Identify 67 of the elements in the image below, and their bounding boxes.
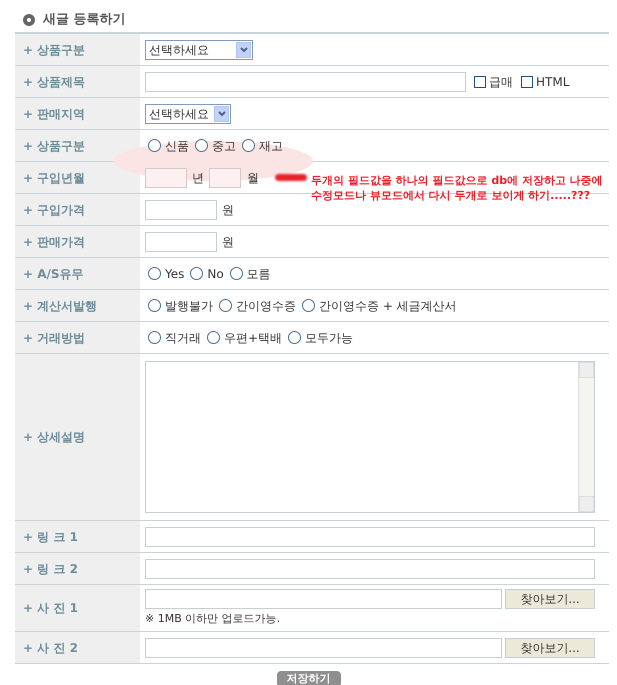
radio-button[interactable] bbox=[288, 331, 302, 344]
radio-label: 발행불가 bbox=[165, 298, 213, 314]
radio-label: 중고 bbox=[212, 138, 236, 154]
radio-label: 직거래 bbox=[165, 330, 201, 346]
radio-label: 신품 bbox=[165, 138, 189, 154]
checkbox[interactable] bbox=[521, 76, 533, 88]
radio-label: Yes bbox=[165, 266, 184, 282]
annotation-note: 두개의 필드값을 하나의 필드값으로 db에 저장하고 나중에 수정모드나 뷰모드에서 다시 두개로 보이게 하기.....??? bbox=[311, 172, 603, 202]
chevron-down-icon bbox=[236, 42, 251, 58]
radio-button[interactable] bbox=[302, 299, 315, 312]
radio-button[interactable] bbox=[219, 299, 232, 312]
field-label-cell: + 구입가격 bbox=[15, 194, 140, 225]
link-field[interactable] bbox=[145, 526, 595, 546]
radio-button[interactable] bbox=[190, 267, 204, 280]
highlight-mark bbox=[275, 174, 307, 181]
radio-label: 모두가능 bbox=[305, 330, 354, 346]
month-unit: 월 bbox=[247, 170, 259, 186]
radio-label: 우편+택배 bbox=[224, 330, 282, 346]
checkbox-label: 급매 bbox=[489, 74, 513, 90]
radio-button[interactable] bbox=[207, 331, 220, 344]
radio-button[interactable] bbox=[195, 139, 208, 152]
field-label-cell: + 계산서발행 bbox=[15, 290, 140, 321]
field-label-cell: + 사 진 2 bbox=[15, 632, 140, 663]
file-path-field[interactable] bbox=[145, 588, 502, 609]
checkbox-label: HTML bbox=[536, 74, 570, 90]
file-path-field[interactable] bbox=[145, 638, 502, 658]
title-field[interactable] bbox=[145, 72, 466, 92]
field-label-cell: + 상세설명 bbox=[15, 354, 140, 520]
radio-label: 간이영수증 bbox=[236, 298, 296, 314]
field-label-cell: + 구입년월 bbox=[15, 162, 140, 193]
field-label-cell: + 상품제목 bbox=[15, 66, 140, 97]
field-label-cell: + 링 크 1 bbox=[15, 521, 140, 552]
field-label-cell: + 사 진 1 bbox=[15, 585, 140, 631]
field-label-cell: + 판매지역 bbox=[15, 98, 140, 129]
bullet-icon bbox=[23, 14, 35, 26]
upload-hint: ※ 1MB 이하만 업로드가능. bbox=[145, 610, 282, 627]
radio-button[interactable] bbox=[148, 299, 161, 312]
page-title: 새글 등록하기 bbox=[43, 11, 126, 30]
browse-button[interactable]: 찾아보기... bbox=[505, 588, 595, 609]
field-label-cell: + 상품구분 bbox=[15, 34, 140, 65]
radio-button[interactable] bbox=[230, 267, 243, 280]
dropdown[interactable]: 선택하세요 bbox=[145, 40, 253, 60]
field-label-cell: + A/S유무 bbox=[15, 258, 140, 289]
price-field[interactable] bbox=[145, 200, 217, 220]
field-label-cell: + 거래방법 bbox=[15, 322, 140, 353]
radio-label: 재고 bbox=[259, 138, 283, 154]
checkbox[interactable] bbox=[474, 76, 486, 88]
currency-unit: 원 bbox=[222, 202, 234, 218]
radio-button[interactable] bbox=[148, 267, 161, 280]
price-field[interactable] bbox=[145, 232, 217, 252]
radio-label: 간이영수증 + 세금계산서 bbox=[319, 298, 457, 314]
currency-unit: 원 bbox=[222, 234, 234, 250]
month-field[interactable] bbox=[209, 168, 241, 188]
radio-label: 모름 bbox=[246, 266, 271, 282]
field-label-cell: + 판매가격 bbox=[15, 226, 140, 257]
browse-button[interactable]: 찾아보기... bbox=[505, 638, 595, 658]
year-field[interactable] bbox=[145, 168, 187, 188]
chevron-down-icon bbox=[214, 106, 229, 122]
radio-button[interactable] bbox=[148, 331, 161, 344]
radio-button[interactable] bbox=[148, 139, 161, 152]
dropdown[interactable]: 선택하세요 bbox=[145, 104, 231, 124]
radio-button[interactable] bbox=[242, 139, 255, 152]
link-field[interactable] bbox=[145, 558, 595, 578]
field-label-cell: + 상품구분 bbox=[15, 130, 140, 161]
radio-label: No bbox=[207, 266, 224, 282]
field-label-cell: + 링 크 2 bbox=[15, 553, 140, 584]
year-unit: 년 bbox=[192, 170, 204, 186]
